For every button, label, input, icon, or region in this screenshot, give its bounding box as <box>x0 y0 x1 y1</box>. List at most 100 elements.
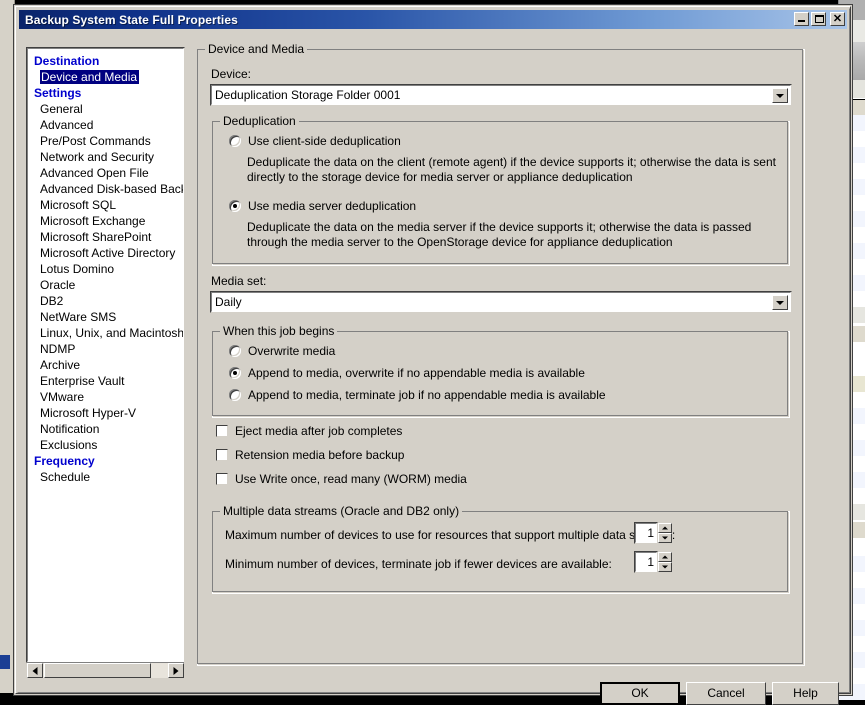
sidebar-item-microsoft-active-directory[interactable]: Microsoft Active Directory <box>28 245 183 261</box>
device-combobox-dropdown-button[interactable] <box>772 88 788 103</box>
radio-indicator[interactable] <box>229 135 241 147</box>
sidebar-item-label: Enterprise Vault <box>40 374 125 388</box>
max-devices-spinner[interactable]: 1 <box>634 522 672 544</box>
sidebar-horizontal-scrollbar[interactable] <box>27 662 184 678</box>
help-button[interactable]: Help <box>772 682 839 705</box>
media-set-combobox[interactable]: Daily <box>211 292 791 312</box>
sidebar-item-linux-unix-and-macintosh[interactable]: Linux, Unix, and Macintosh <box>28 325 183 341</box>
sidebar-item-general[interactable]: General <box>28 101 183 117</box>
sidebar-item-label: Microsoft SharePoint <box>40 230 152 244</box>
properties-dialog: Backup System State Full Properties ✕ De… <box>14 5 852 705</box>
checkbox-indicator[interactable] <box>216 449 228 461</box>
sidebar-item-lotus-domino[interactable]: Lotus Domino <box>28 261 183 277</box>
checkbox-eject-media-after-job-completes[interactable]: Eject media after job completes <box>216 424 402 438</box>
sidebar-item-advanced-open-file[interactable]: Advanced Open File <box>28 165 183 181</box>
max-devices-value[interactable]: 1 <box>635 523 657 543</box>
min-devices-value[interactable]: 1 <box>635 552 657 572</box>
radio-indicator[interactable] <box>229 389 241 401</box>
checkbox-use-worm-media[interactable]: Use Write once, read many (WORM) media <box>216 472 467 486</box>
radio-indicator[interactable] <box>229 367 241 379</box>
cancel-button[interactable]: Cancel <box>686 682 766 705</box>
dialog-frame: Backup System State Full Properties ✕ De… <box>15 6 851 705</box>
sidebar-item-label: Microsoft SQL <box>40 198 117 212</box>
sidebar-item-advanced[interactable]: Advanced <box>28 117 183 133</box>
radio-use-media-server-deduplication[interactable]: Use media server deduplication <box>229 199 416 213</box>
sidebar-item-device-and-media[interactable]: Device and Media <box>28 69 183 85</box>
radio-label: Append to media, overwrite if no appenda… <box>248 366 585 380</box>
radio-use-client-side-deduplication[interactable]: Use client-side deduplication <box>229 134 401 148</box>
device-combobox[interactable]: Deduplication Storage Folder 0001 <box>211 85 791 105</box>
media-set-combobox-dropdown-button[interactable] <box>772 295 788 310</box>
spinner-down-button[interactable] <box>658 562 672 572</box>
sidebar-item-label: Network and Security <box>40 150 155 164</box>
sidebar-item-archive[interactable]: Archive <box>28 357 183 373</box>
sidebar-item-netware-sms[interactable]: NetWare SMS <box>28 309 183 325</box>
background-window-left-strip <box>0 0 15 693</box>
deduplication-client-side-description: Deduplicate the data on the client (remo… <box>247 155 776 184</box>
sidebar-item-label: Microsoft Active Directory <box>40 246 176 260</box>
checkbox-label: Eject media after job completes <box>235 424 403 438</box>
radio-append-overwrite-if-no-appendable[interactable]: Append to media, overwrite if no appenda… <box>229 366 585 380</box>
when-job-begins-group-title: When this job begins <box>220 324 338 338</box>
sidebar-item-label: General <box>40 102 83 116</box>
sidebar-item-microsoft-sql[interactable]: Microsoft SQL <box>28 197 183 213</box>
max-devices-spin-buttons <box>658 523 672 543</box>
scrollbar-thumb[interactable] <box>44 663 151 678</box>
scroll-right-button[interactable] <box>168 663 184 678</box>
sidebar-item-label: Advanced Open File <box>40 166 149 180</box>
sidebar-item-label: Destination <box>34 54 100 68</box>
sidebar-item-exclusions[interactable]: Exclusions <box>28 437 183 453</box>
sidebar-item-pre-post-commands[interactable]: Pre/Post Commands <box>28 133 183 149</box>
sidebar-item-enterprise-vault[interactable]: Enterprise Vault <box>28 373 183 389</box>
sidebar-item-db2[interactable]: DB2 <box>28 293 183 309</box>
radio-indicator[interactable] <box>229 345 241 357</box>
sidebar-header-frequency: Frequency <box>28 453 183 469</box>
device-combobox-value: Deduplication Storage Folder 0001 <box>215 88 401 102</box>
multiple-data-streams-group-title: Multiple data streams (Oracle and DB2 on… <box>220 504 463 518</box>
checkbox-indicator[interactable] <box>216 425 228 437</box>
media-set-label: Media set: <box>211 274 267 288</box>
checkbox-label: Use Write once, read many (WORM) media <box>235 472 467 486</box>
sidebar-item-schedule[interactable]: Schedule <box>28 469 183 485</box>
sidebar-item-vmware[interactable]: VMware <box>28 389 183 405</box>
spinner-down-button[interactable] <box>658 533 672 543</box>
sidebar-item-oracle[interactable]: Oracle <box>28 277 183 293</box>
sidebar-item-label: Microsoft Exchange <box>40 214 146 228</box>
spinner-up-button[interactable] <box>658 552 672 562</box>
radio-append-terminate-if-no-appendable[interactable]: Append to media, terminate job if no app… <box>229 388 606 402</box>
sidebar-item-label: Archive <box>40 358 81 372</box>
sidebar-item-label: Lotus Domino <box>40 262 115 276</box>
sidebar-item-advanced-disk-based-backup[interactable]: Advanced Disk-based Backup <box>28 181 183 197</box>
scroll-left-button[interactable] <box>27 663 43 678</box>
sidebar-item-label: VMware <box>40 390 85 404</box>
sidebar-item-label: Oracle <box>40 278 76 292</box>
ok-button[interactable]: OK <box>600 682 680 705</box>
sidebar-item-microsoft-sharepoint[interactable]: Microsoft SharePoint <box>28 229 183 245</box>
radio-indicator[interactable] <box>229 200 241 212</box>
minimize-button[interactable] <box>794 12 809 26</box>
title-bar: Backup System State Full Properties ✕ <box>19 10 847 29</box>
sidebar-item-label: Advanced Disk-based Backup <box>40 182 183 196</box>
sidebar-item-microsoft-exchange[interactable]: Microsoft Exchange <box>28 213 183 229</box>
chevron-down-icon <box>776 93 784 98</box>
close-button[interactable]: ✕ <box>830 12 845 26</box>
sidebar-item-notification[interactable]: Notification <box>28 421 183 437</box>
checkbox-retension-media-before-backup[interactable]: Retension media before backup <box>216 448 404 462</box>
window-control-buttons: ✕ <box>794 12 845 26</box>
radio-label: Append to media, terminate job if no app… <box>248 388 606 402</box>
radio-overwrite-media[interactable]: Overwrite media <box>229 344 335 358</box>
scrollbar-track[interactable] <box>43 663 168 678</box>
settings-tree-panel[interactable]: Destination Device and Media Settings Gener… <box>27 48 184 662</box>
media-set-combobox-value: Daily <box>215 295 242 309</box>
min-devices-spinner[interactable]: 1 <box>634 551 672 573</box>
checkbox-label: Retension media before backup <box>235 448 405 462</box>
sidebar-item-network-and-security[interactable]: Network and Security <box>28 149 183 165</box>
sidebar-item-ndmp[interactable]: NDMP <box>28 341 183 357</box>
device-and-media-panel: Device and Media Device: Deduplication S… <box>197 41 805 666</box>
sidebar-item-microsoft-hyper-v[interactable]: Microsoft Hyper-V <box>28 405 183 421</box>
checkbox-indicator[interactable] <box>216 473 228 485</box>
spinner-up-button[interactable] <box>658 523 672 533</box>
maximize-button[interactable] <box>811 12 826 26</box>
sidebar-item-label: NDMP <box>40 342 76 356</box>
caret-down-icon <box>662 565 668 569</box>
